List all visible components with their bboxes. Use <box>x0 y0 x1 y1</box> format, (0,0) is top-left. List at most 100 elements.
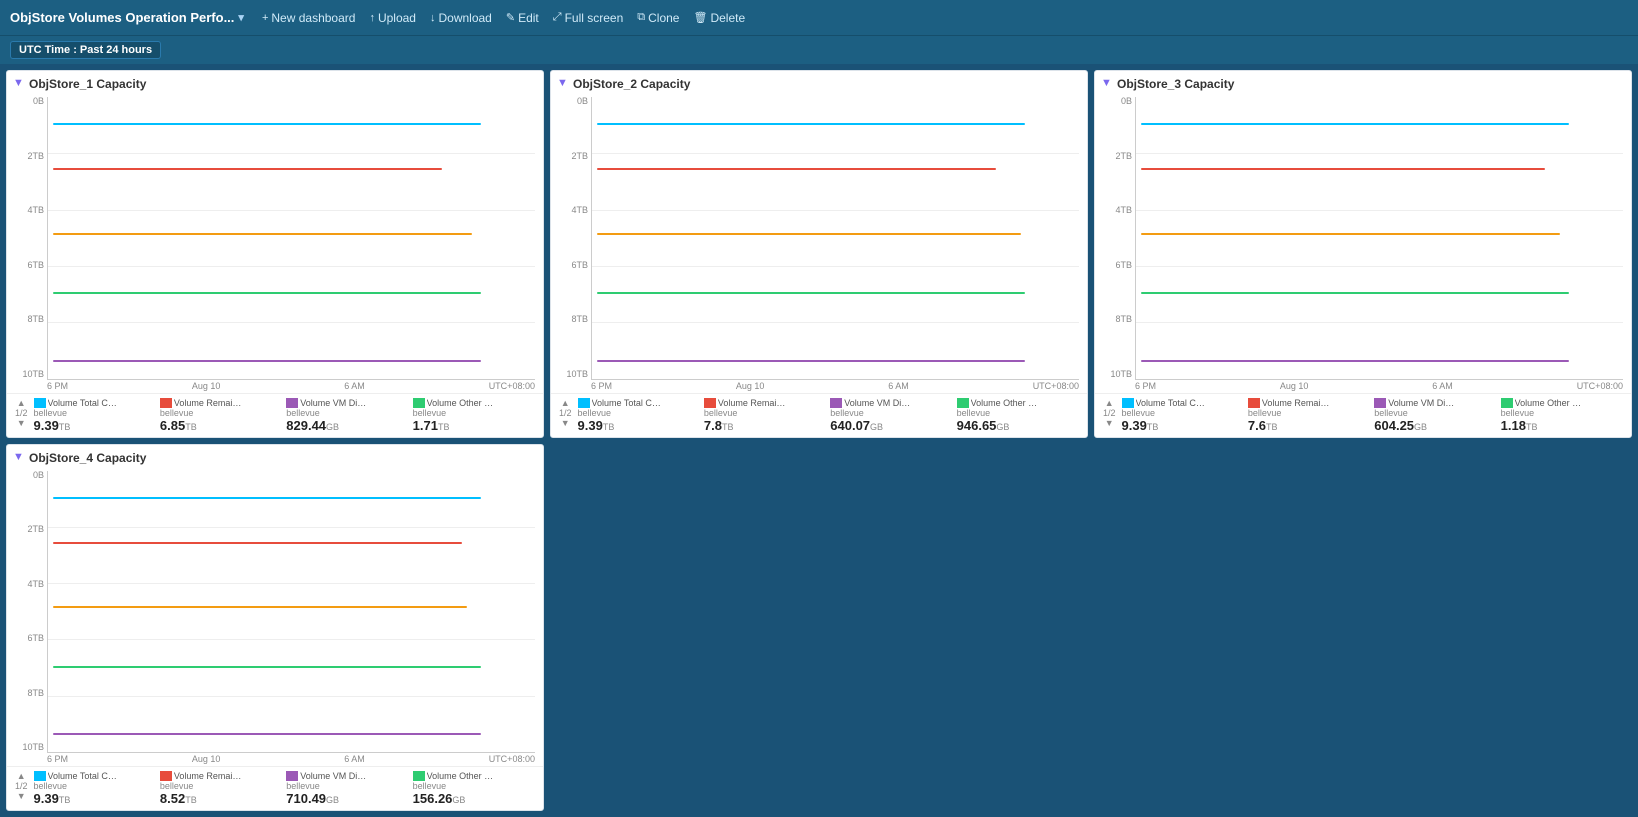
fullscreen-button[interactable]: ⤢Full screen <box>547 8 630 28</box>
legend-panel3: ▲1/2▼Volume Total Capacit...bellevue9.39… <box>1095 393 1631 437</box>
grid-line <box>48 527 535 528</box>
sub-bar: UTC Time : Past 24 hours <box>0 36 1638 64</box>
legend-indicator: Volume Other Used Ca... <box>957 398 1079 408</box>
legend-panel2: ▲1/2▼Volume Total Capacit...bellevue9.39… <box>551 393 1087 437</box>
y-label: 2TB <box>559 152 591 161</box>
legend-title: Volume Remaining Cap... <box>1262 398 1332 408</box>
clone-button[interactable]: ⧉Clone <box>631 8 685 28</box>
edit-icon: ✎ <box>506 11 515 24</box>
y-label: 6TB <box>15 261 47 270</box>
y-label: 10TB <box>15 370 47 379</box>
arrow-down[interactable]: ▼ <box>1105 418 1114 428</box>
legend-source: bellevue <box>413 781 535 791</box>
legend-color-bar <box>1122 398 1134 408</box>
x-label: Aug 10 <box>1280 381 1309 391</box>
chart-line-2 <box>1141 233 1560 235</box>
legend-col: Volume VM Disk Used ...bellevue710.49GB <box>286 771 408 806</box>
x-label: 6 AM <box>1432 381 1453 391</box>
top-bar: ObjStore Volumes Operation Perfo... ▾ +N… <box>0 0 1638 36</box>
top-actions: +New dashboard↑Upload↓Download✎Edit⤢Full… <box>256 8 751 28</box>
grid-line <box>48 266 535 267</box>
legend-indicator: Volume VM Disk Used ... <box>830 398 952 408</box>
title-chevron-icon[interactable]: ▾ <box>238 11 244 24</box>
legend-unit: TB <box>185 795 197 805</box>
legend-unit: TB <box>1266 422 1278 432</box>
chart-area-panel4: 10TB8TB6TB4TB2TB0B6 PMAug 106 AMUTC+08:0… <box>7 467 543 767</box>
filter-icon[interactable]: ▼ <box>557 77 568 89</box>
arrow-down[interactable]: ▼ <box>561 418 570 428</box>
chart-line-4 <box>1141 360 1570 362</box>
arrow-down[interactable]: ▼ <box>17 418 26 428</box>
arrow-down[interactable]: ▼ <box>17 791 26 801</box>
legend-col: Volume Other Used Ca...bellevue946.65GB <box>957 398 1079 433</box>
legend-indicator: Volume Total Capacit... <box>34 398 156 408</box>
legend-unit: GB <box>326 795 339 805</box>
grid-line <box>48 639 535 640</box>
legend-value: 946.65GB <box>957 418 1079 433</box>
y-axis-labels: 10TB8TB6TB4TB2TB0B <box>559 97 591 393</box>
y-label: 4TB <box>15 580 47 589</box>
upload-icon: ↑ <box>369 12 375 24</box>
x-axis: 6 PMAug 106 AMUTC+08:00 <box>591 380 1079 393</box>
y-label: 8TB <box>15 689 47 698</box>
chart-line-4 <box>53 360 482 362</box>
legend-indicator: Volume VM Disk Used ... <box>1374 398 1496 408</box>
legend-col: Volume VM Disk Used ...bellevue604.25GB <box>1374 398 1496 433</box>
legend-source: bellevue <box>1248 408 1370 418</box>
legend-col: Volume Remaining Cap...bellevue7.6TB <box>1248 398 1370 433</box>
legend-title: Volume Other Used Ca... <box>427 771 497 781</box>
upload-button[interactable]: ↑Upload <box>363 8 422 28</box>
y-label: 2TB <box>1103 152 1135 161</box>
arrow-up[interactable]: ▲ <box>561 398 570 408</box>
y-label: 0B <box>15 97 47 106</box>
legend-title: Volume Other Used Ca... <box>1515 398 1585 408</box>
legend-value: 9.39TB <box>1122 418 1244 433</box>
panel-panel1: ▼ObjStore_1 Capacity10TB8TB6TB4TB2TB0B6 … <box>6 70 544 438</box>
legend-col: Volume Other Used Ca...bellevue156.26GB <box>413 771 535 806</box>
y-label: 8TB <box>1103 315 1135 324</box>
legend-indicator: Volume Other Used Ca... <box>1501 398 1623 408</box>
legend-source: bellevue <box>578 408 700 418</box>
clone-icon: ⧉ <box>637 11 645 24</box>
legend-source: bellevue <box>1501 408 1623 418</box>
grid-line <box>592 322 1079 323</box>
filter-icon[interactable]: ▼ <box>13 77 24 89</box>
legend-indicator: Volume Remaining Cap... <box>1248 398 1370 408</box>
legend-title: Volume Remaining Cap... <box>174 771 244 781</box>
legend-panel1: ▲1/2▼Volume Total Capacit...bellevue9.39… <box>7 393 543 437</box>
legend-source: bellevue <box>160 408 282 418</box>
edit-button[interactable]: ✎Edit <box>500 8 545 28</box>
grid-line <box>48 210 535 211</box>
time-prefix: UTC Time : <box>19 44 80 56</box>
filter-icon[interactable]: ▼ <box>13 451 24 463</box>
arrow-up[interactable]: ▲ <box>17 398 26 408</box>
chart-line-1 <box>1141 168 1545 170</box>
panel-title-panel4: ▼ObjStore_4 Capacity <box>7 445 543 467</box>
arrow-up[interactable]: ▲ <box>17 771 26 781</box>
x-label: UTC+08:00 <box>1577 381 1623 391</box>
legend-unit: TB <box>59 795 71 805</box>
download-button[interactable]: ↓Download <box>424 8 498 28</box>
grid-line <box>48 153 535 154</box>
legend-col: Volume Total Capacit...bellevue9.39TB <box>1122 398 1244 433</box>
y-label: 0B <box>559 97 591 106</box>
time-badge[interactable]: UTC Time : Past 24 hours <box>10 41 161 59</box>
new-dashboard-button[interactable]: +New dashboard <box>256 8 362 28</box>
x-label: UTC+08:00 <box>489 754 535 764</box>
chart-line-1 <box>53 542 462 544</box>
page-indicator: ▲1/2▼ <box>559 398 572 428</box>
fullscreen-icon: ⤢ <box>553 11 562 24</box>
filter-icon[interactable]: ▼ <box>1101 77 1112 89</box>
legend-value: 9.39TB <box>578 418 700 433</box>
grid-line <box>48 322 535 323</box>
delete-button[interactable]: 🗑Delete <box>687 8 751 28</box>
grid-line <box>1136 266 1623 267</box>
arrow-up[interactable]: ▲ <box>1105 398 1114 408</box>
legend-unit: GB <box>326 422 339 432</box>
legend-color-bar <box>1374 398 1386 408</box>
x-label: 6 PM <box>591 381 612 391</box>
x-axis: 6 PMAug 106 AMUTC+08:00 <box>47 753 535 766</box>
legend-unit: GB <box>1414 422 1427 432</box>
legend-color-bar <box>286 398 298 408</box>
legend-col: Volume Total Capacit...bellevue9.39TB <box>34 771 156 806</box>
